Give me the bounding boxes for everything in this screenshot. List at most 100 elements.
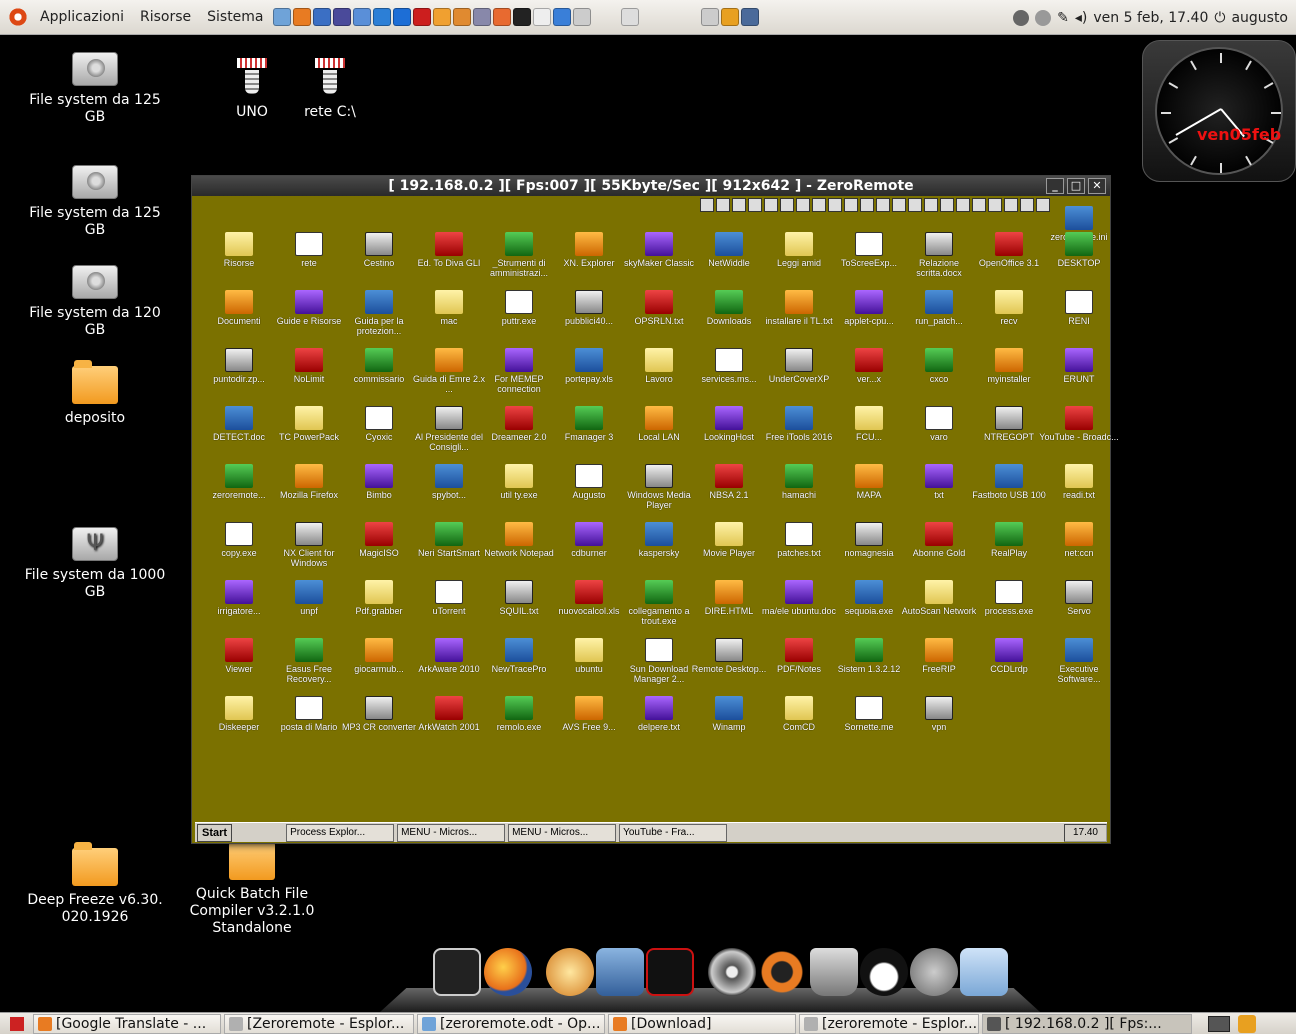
remote-desktop-icon[interactable]: collegamento a trout.exe (619, 580, 699, 626)
remote-desktop-icon[interactable]: NewTracePro (479, 638, 559, 674)
taskbar-item[interactable]: [zeroremote - Esplor... (799, 1013, 979, 1034)
zeroremote-window[interactable]: [ 192.168.0.2 ][ Fps:007 ][ 55Kbyte/Sec … (191, 175, 1119, 844)
remote-desktop-icon[interactable]: For MEMEP connection (479, 348, 559, 394)
taskbar-item[interactable]: [Google Translate - ... (33, 1013, 221, 1034)
remote-desktop-icon[interactable]: cdburner (549, 522, 629, 558)
remote-desktop-icon[interactable]: Risorse (199, 232, 279, 268)
tux-icon[interactable] (860, 948, 908, 996)
remote-desktop-icon[interactable]: XN. Explorer (549, 232, 629, 268)
remote-desktop-icon[interactable]: NTREGOPT (969, 406, 1049, 442)
remote-desktop-icon[interactable]: services.ms... (689, 348, 769, 384)
remote-desktop-icon[interactable]: DETECT.doc (199, 406, 279, 442)
taskbar-item[interactable]: [Zeroremote - Esplor... (224, 1013, 414, 1034)
remote-desktop-icon[interactable]: vpn (899, 696, 979, 732)
remote-desktop-icon[interactable]: Augusto (549, 464, 629, 500)
desktop-drive-1[interactable]: File system da 125 GB (20, 52, 170, 126)
remote-desktop-icon[interactable]: PDF/Notes (759, 638, 839, 674)
trash-applet-icon[interactable] (1238, 1014, 1256, 1033)
remote-desktop-icon[interactable]: Al Presidente del Consigli... (409, 406, 489, 452)
remote-desktop-icon[interactable]: MagicISO (339, 522, 419, 558)
remote-desktop-icon[interactable]: Guida per la protezion... (339, 290, 419, 336)
window-titlebar[interactable]: [ 192.168.0.2 ][ Fps:007 ][ 55Kbyte/Sec … (192, 176, 1110, 196)
remote-desktop-icon[interactable]: Leggi amid (759, 232, 839, 268)
maximize-button[interactable]: □ (1067, 178, 1085, 194)
volume-icon[interactable]: ◂) (1075, 10, 1088, 26)
remote-desktop-icon[interactable]: Winamp (689, 696, 769, 732)
pot-icon[interactable] (910, 948, 958, 996)
remote-desktop-icon[interactable]: Remote Desktop... (689, 638, 769, 674)
dvd-icon[interactable] (708, 948, 756, 996)
remote-desktop-icon[interactable]: Guida di Emre 2.x ... (409, 348, 489, 394)
remote-task[interactable]: Process Explor... (286, 823, 395, 842)
remote-desktop-icon[interactable]: Movie Player (689, 522, 769, 558)
remote-desktop-icon[interactable]: NoLimit (269, 348, 349, 384)
remote-desktop-icon[interactable]: commissario (339, 348, 419, 384)
remote-desktop-icon[interactable]: recv (969, 290, 1049, 326)
remote-start-button[interactable]: Start (197, 823, 233, 842)
openoffice-icon[interactable] (596, 948, 644, 996)
remote-desktop-icon[interactable]: patches.txt (759, 522, 839, 558)
network-icon[interactable] (272, 8, 291, 26)
applet-icon[interactable] (740, 8, 759, 26)
minimize-button[interactable]: _ (1046, 178, 1064, 194)
remote-desktop-icon[interactable]: Sornette.me (829, 696, 909, 732)
remote-desktop-icon[interactable]: Executive Software... (1039, 638, 1119, 684)
remote-desktop-icon[interactable]: YouTube - Broadc... (1039, 406, 1119, 442)
remote-desktop-icon[interactable]: FCU... (829, 406, 909, 442)
remote-desktop-icon[interactable]: Relazione scritta.docx (899, 232, 979, 278)
remote-task[interactable]: MENU - Micros... (397, 823, 506, 842)
remote-desktop-icon[interactable]: rete (269, 232, 349, 268)
opera-icon[interactable] (412, 8, 431, 26)
home-icon[interactable] (452, 8, 471, 26)
remote-desktop-icon[interactable]: pubblici40... (549, 290, 629, 326)
remote-desktop-icon[interactable]: TC PowerPack (269, 406, 349, 442)
remote-task[interactable]: YouTube - Fra... (619, 823, 728, 842)
remote-desktop-icon[interactable]: Ed. To Diva GLI (409, 232, 489, 268)
folder-icon[interactable] (960, 948, 1008, 996)
taskbar-item[interactable]: [ 192.168.0.2 ][ Fps:... (982, 1013, 1192, 1034)
remote-desktop-icon[interactable]: Pdf.grabber (339, 580, 419, 616)
remote-desktop-icon[interactable]: remolo.exe (479, 696, 559, 732)
java-icon[interactable] (572, 8, 591, 26)
remote-desktop-icon[interactable]: installare il TL.txt (759, 290, 839, 326)
remote-desktop-icon[interactable]: cxco (899, 348, 979, 384)
nautilus-icon[interactable] (546, 948, 594, 996)
desktop-network-rete-c[interactable]: rete C:\ (255, 58, 405, 121)
panel-clock[interactable]: ven 5 feb, 17.40 (1093, 10, 1208, 26)
remote-desktop-icon[interactable]: Servo (1039, 580, 1119, 616)
remote-desktop-icon[interactable]: Downloads (689, 290, 769, 326)
remote-desktop-icon[interactable]: unpf (269, 580, 349, 616)
remote-desktop-icon[interactable]: varo (899, 406, 979, 442)
remote-desktop-area[interactable]: zeroremote.iniRisorsereteCestinoEd. To D… (195, 198, 1119, 820)
remote-desktop-icon[interactable]: Viewer (199, 638, 279, 674)
remote-desktop-icon[interactable]: nomagnesia (829, 522, 909, 558)
notification-icon[interactable]: ✎ (1057, 10, 1069, 26)
remote-desktop-icon[interactable]: Abonne Gold (899, 522, 979, 558)
remote-desktop-icon[interactable]: mac (409, 290, 489, 326)
remote-desktop-icon[interactable]: copy.exe (199, 522, 279, 558)
desktop-drive-usb[interactable]: Ψ File system da 1000 GB (20, 527, 170, 601)
remote-desktop-icon[interactable]: RealPlay (969, 522, 1049, 558)
remote-desktop-icon[interactable]: kaspersky (619, 522, 699, 558)
workspace-switcher-icon[interactable] (1208, 1015, 1230, 1032)
remote-desktop-icon[interactable]: Windows Media Player (619, 464, 699, 510)
user-name[interactable]: augusto (1231, 10, 1288, 26)
remote-desktop-icon[interactable]: Documenti (199, 290, 279, 326)
folder-icon[interactable] (432, 8, 451, 26)
remote-desktop-icon[interactable]: portepay.xls (549, 348, 629, 384)
terminal-icon[interactable] (512, 8, 531, 26)
taskbar-item[interactable]: [Download] (608, 1013, 796, 1034)
quicklaunch-icons[interactable] (235, 823, 284, 842)
remote-desktop-icon[interactable]: net:ccn (1039, 522, 1119, 558)
remote-desktop-icon[interactable]: run_patch... (899, 290, 979, 326)
remote-desktop-icon[interactable]: myinstaller (969, 348, 1049, 384)
remote-desktop-icon[interactable]: ToScreeExp... (829, 232, 909, 268)
clock-widget[interactable]: ven05feb (1142, 40, 1296, 182)
remote-desktop-icon[interactable]: Lavoro (619, 348, 699, 384)
remote-desktop-icon[interactable]: hamachi (759, 464, 839, 500)
remote-desktop-icon[interactable]: DESKTOP (1039, 232, 1119, 268)
firefox-icon[interactable] (292, 8, 311, 26)
desktop-folder-quick-batch[interactable]: Quick Batch File Compiler v3.2.1.0 Stand… (177, 836, 327, 937)
trash-icon[interactable] (810, 948, 858, 996)
desktop-folder-deposito[interactable]: deposito (20, 360, 170, 427)
